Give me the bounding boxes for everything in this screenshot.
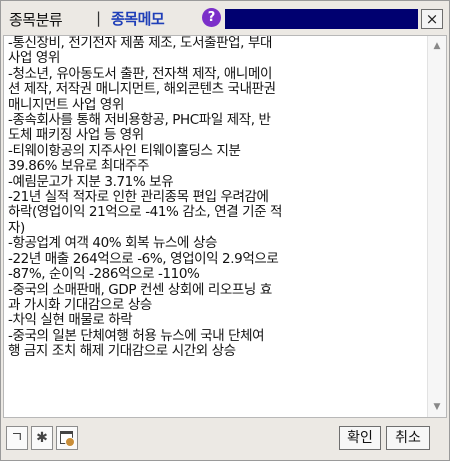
cancel-button[interactable]: 취소 (386, 426, 430, 450)
ok-button[interactable]: 확인 (339, 426, 381, 450)
help-icon[interactable]: ? (202, 8, 221, 27)
bottom-toolbar: ㄱ ✱ 확인 취소 (1, 419, 449, 460)
scroll-down-icon[interactable]: ▼ (428, 399, 446, 415)
close-button[interactable]: × (421, 9, 443, 29)
stock-name-field[interactable] (225, 9, 418, 29)
scroll-up-icon[interactable]: ▲ (428, 38, 446, 54)
title-bar: 종목분류 | 종목메모 ? × (1, 1, 449, 35)
font-button[interactable]: ㄱ (6, 426, 28, 450)
memo-text[interactable]: -통신장비, 전기전자 제품 제조, 도서출판업, 부대 사업 영위 -청소년,… (8, 36, 423, 417)
tab-stock-memo[interactable]: 종목메모 (111, 8, 165, 29)
stock-memo-window: 종목분류 | 종목메모 ? × -통신장비, 전기전자 제품 제조, 도서출판업… (0, 0, 450, 461)
vertical-scrollbar[interactable]: ▲ ▼ (427, 36, 446, 417)
tab-separator: | (96, 9, 102, 27)
calendar-icon-badge (65, 437, 75, 447)
tab-stock-category[interactable]: 종목분류 (9, 9, 63, 30)
settings-gear-icon[interactable]: ✱ (31, 426, 53, 450)
calendar-icon[interactable] (56, 426, 78, 450)
memo-textarea[interactable]: -통신장비, 전기전자 제품 제조, 도서출판업, 부대 사업 영위 -청소년,… (3, 35, 447, 418)
